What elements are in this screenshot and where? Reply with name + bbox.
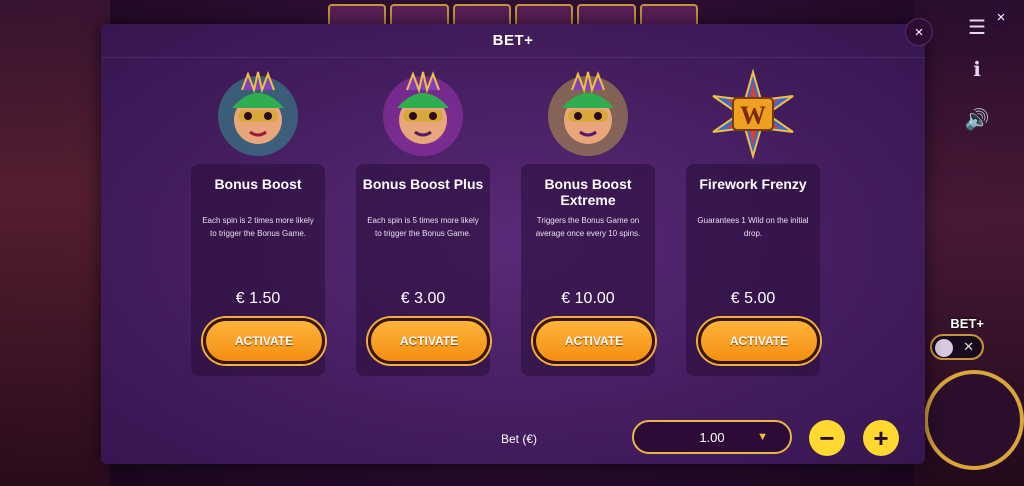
feature-price: € 1.50	[235, 290, 281, 307]
increase-bet-button[interactable]: +	[863, 420, 899, 456]
feature-price: € 10.00	[561, 290, 615, 307]
activate-button[interactable]: ACTIVATE	[533, 318, 655, 364]
betplus-modal: BET+ × Bonus Boost Each spin is 2 times …	[101, 18, 933, 464]
feature-card-bonus-boost-plus: Bonus Boost Plus Each spin is 5 times mo…	[356, 64, 490, 404]
feature-cards: Bonus Boost Each spin is 2 times more li…	[191, 64, 831, 404]
feature-description: Triggers the Bonus Game on average once …	[535, 216, 641, 238]
feature-card-firework-frenzy: W Firework Frenzy Guarantees 1 Wild on t…	[686, 64, 820, 404]
spin-button[interactable]	[924, 370, 1024, 470]
decrease-bet-button[interactable]: −	[809, 420, 845, 456]
feature-card-bonus-boost-extreme: Bonus Boost Extreme Triggers the Bonus G…	[521, 64, 655, 404]
wild-w-icon: W	[703, 64, 803, 164]
feature-price: € 3.00	[400, 290, 446, 307]
mask-green-icon	[208, 64, 308, 164]
feature-price: € 5.00	[730, 290, 776, 307]
mask-gold-icon	[538, 64, 638, 164]
feature-description: Each spin is 2 times more likely to trig…	[202, 216, 314, 238]
feature-description: Each spin is 5 times more likely to trig…	[367, 216, 479, 238]
activate-button[interactable]: ACTIVATE	[368, 318, 490, 364]
toggle-knob	[935, 339, 953, 357]
background-left-scenery	[0, 0, 110, 486]
feature-description: Guarantees 1 Wild on the initial drop.	[697, 216, 809, 238]
modal-header: BET+	[101, 24, 925, 58]
modal-title: BET+	[492, 32, 534, 49]
bet-label: Bet (€)	[501, 432, 538, 446]
menu-icon[interactable]: ☰	[960, 10, 994, 44]
activate-button[interactable]: ACTIVATE	[203, 318, 325, 364]
sound-icon[interactable]: 🔊	[960, 102, 994, 136]
info-icon[interactable]: ℹ	[960, 52, 994, 86]
feature-name: Firework Frenzy	[699, 176, 807, 192]
feature-name: Bonus Boost Extreme	[544, 176, 632, 208]
chevron-down-icon: ▼	[757, 431, 768, 443]
bet-select[interactable]: 1.00 ▼	[632, 420, 792, 454]
mask-purple-icon	[373, 64, 473, 164]
bet-value: 1.00	[699, 429, 725, 445]
svg-text:W: W	[740, 101, 766, 130]
feature-name: Bonus Boost Plus	[362, 176, 484, 192]
toggle-off-icon: ✕	[963, 339, 974, 354]
feature-card-bonus-boost: Bonus Boost Each spin is 2 times more li…	[191, 64, 325, 404]
modal-close-button[interactable]: ×	[905, 18, 933, 46]
feature-name: Bonus Boost	[214, 176, 302, 192]
activate-button[interactable]: ACTIVATE	[698, 318, 820, 364]
betplus-toggle[interactable]: ✕	[930, 334, 984, 360]
betplus-side-label: BET+	[950, 316, 984, 331]
